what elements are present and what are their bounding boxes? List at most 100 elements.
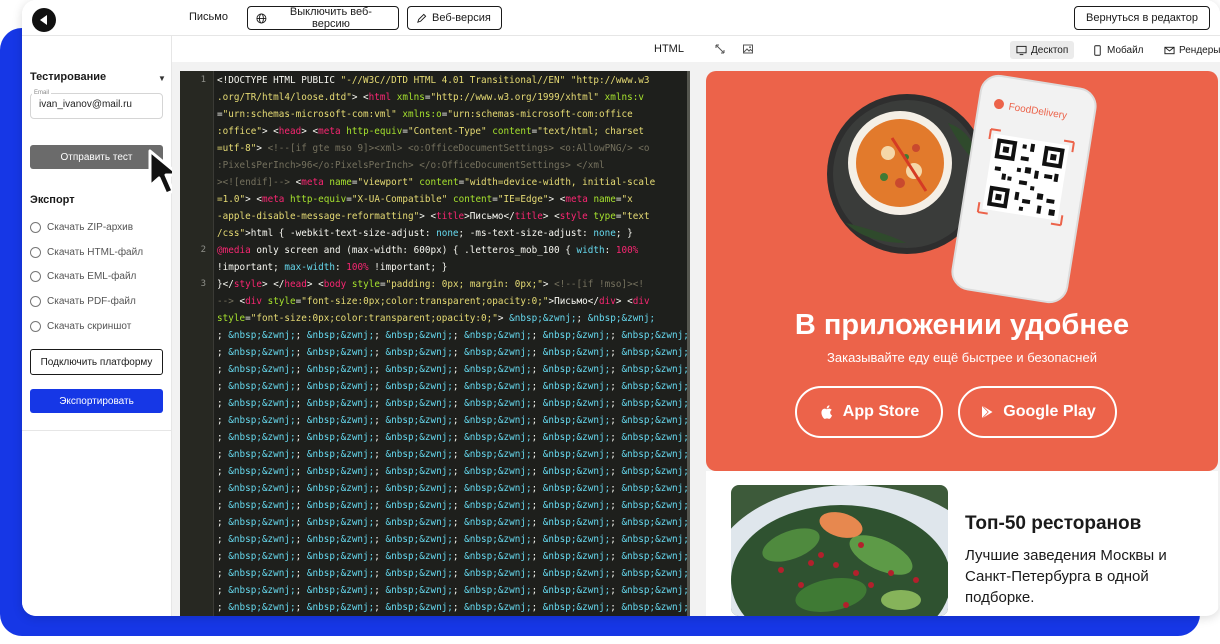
- export-option-label: Скачать HTML-файл: [47, 246, 144, 258]
- editor-toolbar: HTML Десктоп Мобайл Рендеры: [172, 36, 1220, 62]
- chevron-down-icon[interactable]: ▼: [158, 74, 166, 83]
- code-line: ; &nbsp;&zwnj;; &nbsp;&zwnj;; &nbsp;&zwn…: [217, 551, 690, 562]
- code-line: }</style> </head> <body style="padding: …: [217, 279, 644, 290]
- expand-icon[interactable]: [714, 43, 726, 55]
- app-window: Письмо Выключить веб-версию Веб-версия В…: [22, 0, 1220, 616]
- code-line: ; &nbsp;&zwnj;; &nbsp;&zwnj;; &nbsp;&zwn…: [217, 330, 690, 341]
- monitor-icon: [1016, 45, 1027, 55]
- testing-title: Тестирование: [30, 71, 107, 83]
- logo-icon[interactable]: [32, 8, 56, 32]
- code-line: ; &nbsp;&zwnj;; &nbsp;&zwnj;; &nbsp;&zwn…: [217, 585, 690, 596]
- code-line: ; &nbsp;&zwnj;; &nbsp;&zwnj;; &nbsp;&zwn…: [217, 568, 690, 579]
- export-option-label: Скачать PDF-файл: [47, 295, 136, 307]
- image-icon[interactable]: [742, 43, 754, 55]
- code-line: ="urn:schemas-microsoft-com:vml" xmlns:o…: [217, 109, 633, 120]
- sidebar-divider: [22, 430, 172, 431]
- export-title: Экспорт: [30, 194, 75, 206]
- code-line: -apple-disable-message-reformatting"> <t…: [217, 211, 650, 222]
- letter-label[interactable]: Письмо: [189, 11, 228, 23]
- web-version-label: Веб-версия: [432, 12, 491, 24]
- code-line: ; &nbsp;&zwnj;; &nbsp;&zwnj;; &nbsp;&zwn…: [217, 602, 690, 613]
- export-option-html[interactable]: Скачать HTML-файл: [30, 245, 143, 259]
- export-button-label: Экспортировать: [59, 395, 134, 407]
- google-play-button[interactable]: Google Play: [958, 386, 1117, 438]
- top-bar: Письмо Выключить веб-версию Веб-версия В…: [22, 0, 1220, 36]
- restaurants-card: Топ-50 ресторанов Лучшие заведения Москв…: [706, 471, 1218, 616]
- email-field-value[interactable]: ivan_ivanov@mail.ru: [39, 99, 132, 110]
- export-option-label: Скачать EML-файл: [47, 270, 137, 282]
- google-play-label: Google Play: [1003, 403, 1096, 420]
- tab-renders-label: Рендеры: [1179, 44, 1220, 56]
- card-title: Топ-50 ресторанов: [965, 513, 1142, 534]
- tab-desktop[interactable]: Десктоп: [1010, 41, 1075, 59]
- code-line: ; &nbsp;&zwnj;; &nbsp;&zwnj;; &nbsp;&zwn…: [217, 347, 690, 358]
- disable-web-version-label: Выключить веб-версию: [289, 6, 372, 30]
- code-line: @media only screen and (max-width: 600px…: [217, 245, 639, 256]
- code-line: ; &nbsp;&zwnj;; &nbsp;&zwnj;; &nbsp;&zwn…: [217, 364, 690, 375]
- code-line: ; &nbsp;&zwnj;; &nbsp;&zwnj;; &nbsp;&zwn…: [217, 398, 690, 409]
- tab-desktop-label: Десктоп: [1031, 44, 1069, 56]
- code-line: --> <div style="font-size:0px;color:tran…: [217, 296, 650, 307]
- phone-icon: [1094, 44, 1101, 56]
- globe-icon: [256, 13, 267, 23]
- code-line: ; &nbsp;&zwnj;; &nbsp;&zwnj;; &nbsp;&zwn…: [217, 517, 690, 528]
- pencil-icon: [417, 13, 427, 23]
- promo-title: В приложении удобнее: [794, 309, 1130, 341]
- send-test-label: Отправить тест: [60, 151, 133, 163]
- tab-mobile-label: Мобайл: [1107, 44, 1144, 56]
- play-icon: [981, 405, 993, 419]
- code-line: /css">html { -webkit-text-size-adjust: n…: [217, 228, 633, 239]
- export-option-label: Скачать ZIP-архив: [47, 221, 134, 233]
- app-store-label: App Store: [842, 403, 920, 420]
- app-store-button[interactable]: App Store: [795, 386, 943, 438]
- radio-button[interactable]: [30, 246, 41, 258]
- disable-web-version-button[interactable]: Выключить веб-версию: [247, 6, 399, 30]
- card-text: Лучшие заведения Москвы и Санкт-Петербур…: [965, 547, 1167, 606]
- format-label: HTML: [654, 43, 684, 55]
- code-line: <!DOCTYPE HTML PUBLIC "-//W3C//DTD HTML …: [217, 75, 650, 86]
- apple-icon: [821, 405, 832, 419]
- code-editor-panel: 1 2 3 <!DOCTYPE HTML PUBLIC "-//W3C//DTD…: [172, 62, 706, 616]
- salad-image: [731, 485, 948, 616]
- code-line: ><![endif]--> <meta name="viewport" cont…: [217, 177, 656, 188]
- export-button[interactable]: Экспортировать: [30, 389, 163, 413]
- back-to-editor-button[interactable]: Вернуться в редактор: [1074, 6, 1210, 30]
- code-line: ; &nbsp;&zwnj;; &nbsp;&zwnj;; &nbsp;&zwn…: [217, 483, 690, 494]
- code-line: =utf-8"> <!--[if gte mso 9]><xml> <o:Off…: [217, 143, 650, 154]
- code-line: .org/TR/html4/loose.dtd"> <html xmlns="h…: [217, 92, 644, 103]
- code-line: :office"> <head> <meta http-equiv="Conte…: [217, 126, 644, 137]
- code-line: :PixelsPerInch>96</o:PixelsPerInch> </o:…: [217, 160, 605, 171]
- code-line: ; &nbsp;&zwnj;; &nbsp;&zwnj;; &nbsp;&zwn…: [217, 534, 690, 545]
- code-line: style="font-size:0px;color:transparent;o…: [217, 313, 656, 324]
- sidebar: Тестирование ▼ Email ivan_ivanov@mail.ru…: [22, 36, 181, 616]
- tab-mobile[interactable]: Мобайл: [1086, 41, 1149, 59]
- email-preview: FoodDelivery В приложении удобнее Заказы…: [706, 62, 1220, 616]
- line-number: 3: [200, 279, 206, 289]
- radio-button[interactable]: [30, 320, 41, 332]
- line-number: 1: [200, 75, 206, 85]
- code-line: =1.0"> <meta http-equiv="X-UA-Compatible…: [217, 194, 633, 205]
- radio-button[interactable]: [30, 221, 41, 233]
- connect-platform-button[interactable]: Подключить платформу: [30, 349, 163, 375]
- editor-scrollbar[interactable]: [687, 71, 690, 616]
- export-option-label: Скачать скриншот: [47, 320, 132, 332]
- code-line: ; &nbsp;&zwnj;; &nbsp;&zwnj;; &nbsp;&zwn…: [217, 415, 690, 426]
- export-option-eml[interactable]: Скачать EML-файл: [30, 269, 136, 283]
- code-line: ; &nbsp;&zwnj;; &nbsp;&zwnj;; &nbsp;&zwn…: [217, 432, 690, 443]
- email-field-label: Email: [32, 90, 52, 96]
- promo-banner: FoodDelivery В приложении удобнее Заказы…: [706, 71, 1218, 471]
- tab-renders[interactable]: Рендеры: [1158, 41, 1220, 59]
- send-test-button[interactable]: Отправить тест: [30, 145, 163, 169]
- promo-subtitle: Заказывайте еду ещё быстрее и безопасней: [827, 350, 1097, 365]
- code-line: !important; max-width: 100% !important; …: [217, 262, 448, 273]
- back-to-editor-label: Вернуться в редактор: [1086, 12, 1198, 24]
- export-option-zip[interactable]: Скачать ZIP-архив: [30, 220, 133, 234]
- export-option-screenshot[interactable]: Скачать скриншот: [30, 319, 131, 333]
- export-option-pdf[interactable]: Скачать PDF-файл: [30, 294, 136, 308]
- mail-icon: [1164, 46, 1175, 54]
- web-version-button[interactable]: Веб-версия: [407, 6, 502, 30]
- code-editor[interactable]: 1 2 3 <!DOCTYPE HTML PUBLIC "-//W3C//DTD…: [180, 71, 690, 616]
- radio-button[interactable]: [30, 270, 41, 282]
- line-number: 2: [200, 245, 206, 255]
- radio-button[interactable]: [30, 295, 41, 307]
